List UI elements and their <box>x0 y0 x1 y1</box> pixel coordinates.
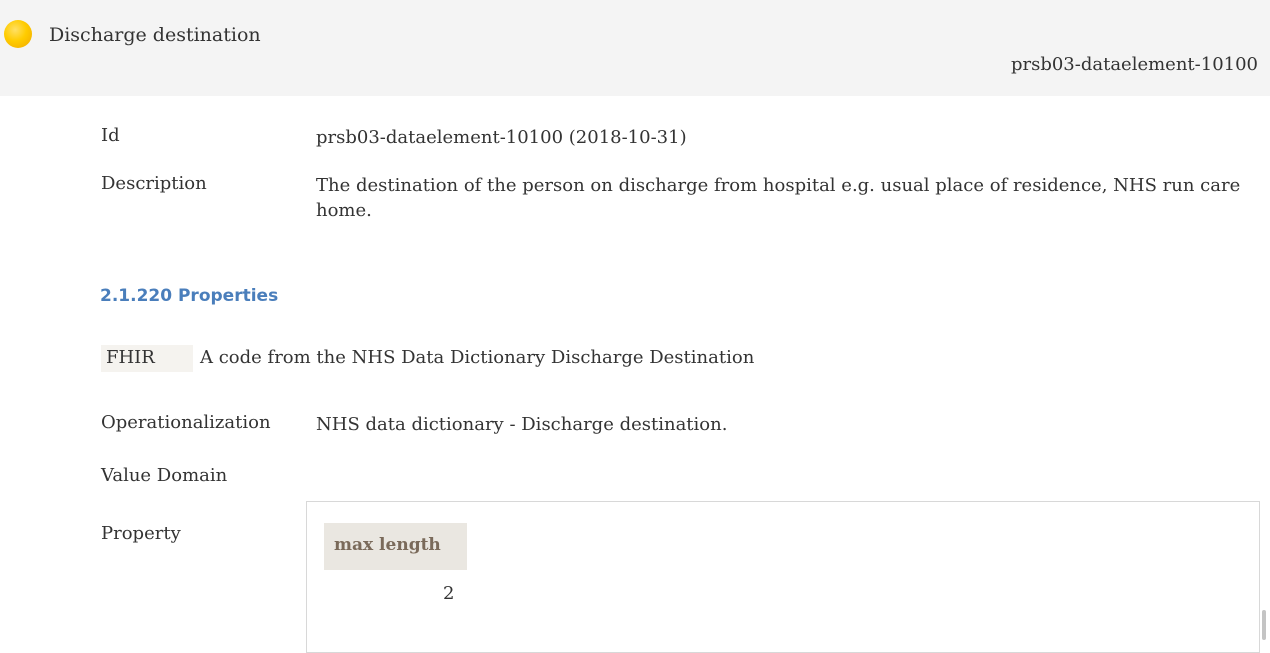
id-label: Id <box>101 125 120 146</box>
operationalization-label: Operationalization <box>101 412 271 433</box>
max-length-header: max length <box>334 535 441 555</box>
description-value: The destination of the person on dischar… <box>316 175 1241 221</box>
value-domain-label: Value Domain <box>101 465 228 486</box>
properties-heading: 2.1.220 Properties <box>100 286 279 306</box>
status-dot-icon <box>4 20 32 48</box>
page-header: Discharge destination prsb03-dataelement… <box>0 0 1270 96</box>
description-label: Description <box>101 173 207 194</box>
operationalization-value: NHS data dictionary - Discharge destinat… <box>316 414 728 435</box>
page-title: Discharge destination <box>49 24 261 46</box>
fhir-text: A code from the NHS Data Dictionary Disc… <box>200 347 755 368</box>
fhir-label: FHIR <box>106 347 155 368</box>
header-id: prsb03-dataelement-10100 <box>1010 54 1258 75</box>
id-value: prsb03-dataelement-10100 (2018-10-31) <box>316 127 687 148</box>
scrollbar[interactable] <box>1262 610 1266 640</box>
property-label: Property <box>101 523 181 544</box>
max-length-value: 2 <box>443 583 455 604</box>
